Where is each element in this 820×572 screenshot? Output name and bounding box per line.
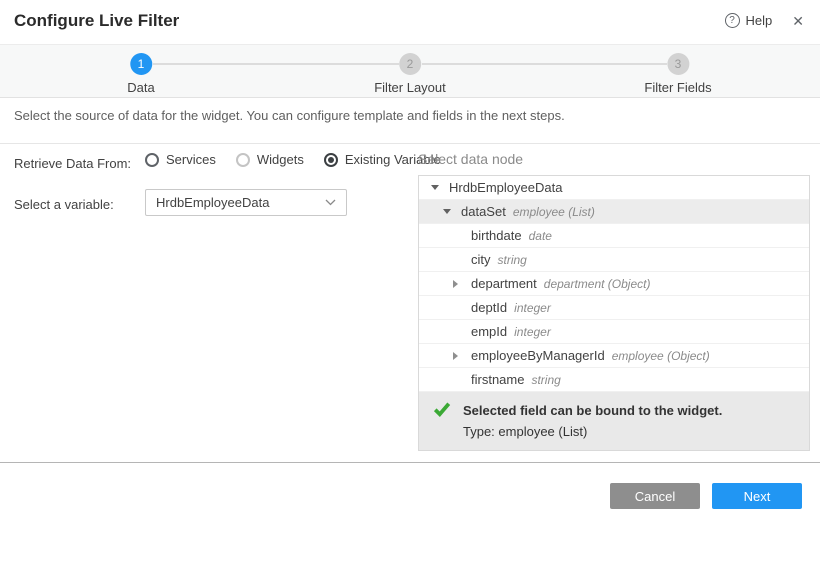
status-line2: Type: employee (List) (463, 421, 722, 442)
status-line1: Selected field can be bound to the widge… (463, 400, 722, 421)
radio-selected-icon (324, 153, 338, 167)
retrieve-data-from-label: Retrieve Data From: (14, 156, 131, 171)
cancel-button[interactable]: Cancel (610, 483, 700, 509)
chevron-down-icon (431, 185, 449, 190)
tree-node-type: employee (Object) (612, 349, 710, 363)
dialog-header: Configure Live Filter ? Help ✕ (0, 0, 820, 44)
select-variable-label: Select a variable: (14, 197, 114, 212)
step-label: Data (127, 80, 154, 95)
tree-node-type: string (498, 253, 527, 267)
tree-node-label: firstname (471, 372, 524, 387)
divider (0, 143, 820, 144)
tree-node-label: city (471, 252, 491, 267)
tree-row[interactable]: deptId integer (419, 296, 809, 320)
radio-unselected-icon (145, 153, 159, 167)
select-data-node-label: Select data node (418, 151, 523, 167)
tree-node-type: integer (514, 325, 551, 339)
variable-select-value: HrdbEmployeeData (156, 195, 269, 210)
tree-row[interactable]: HrdbEmployeeData (419, 176, 809, 200)
tree-node-type: date (529, 229, 552, 243)
radio-unselected-icon (236, 153, 250, 167)
chevron-right-icon (453, 280, 471, 288)
step-label: Filter Layout (374, 80, 446, 95)
chevron-right-icon (453, 352, 471, 360)
close-icon[interactable]: ✕ (792, 14, 804, 28)
radio-widgets[interactable]: Widgets (236, 152, 304, 167)
step-label: Filter Fields (644, 80, 711, 95)
tree-rows: HrdbEmployeeData dataSet employee (List)… (419, 176, 809, 392)
tree-node-label: HrdbEmployeeData (449, 180, 562, 195)
stepper-connector (153, 63, 399, 65)
tree-node-label: employeeByManagerId (471, 348, 605, 363)
tree-row[interactable]: firstname string (419, 368, 809, 392)
next-button[interactable]: Next (712, 483, 802, 509)
step-number: 1 (130, 53, 152, 75)
help-icon: ? (725, 13, 740, 28)
stepper-step[interactable]: 1 Data (127, 53, 154, 95)
stepper-connector (422, 63, 667, 65)
configure-live-filter-dialog: Configure Live Filter ? Help ✕ 1 Data 2 … (0, 0, 820, 572)
radio-label: Widgets (257, 152, 304, 167)
help-label: Help (746, 13, 773, 28)
chevron-down-icon (325, 199, 336, 206)
data-source-radio-group: Services Widgets Existing Variable (145, 152, 441, 167)
tree-row[interactable]: department department (Object) (419, 272, 809, 296)
step-number: 2 (399, 53, 421, 75)
tree-node-type: string (531, 373, 560, 387)
tree-row[interactable]: dataSet employee (List) (419, 200, 809, 224)
radio-services[interactable]: Services (145, 152, 216, 167)
tree-node-type: integer (514, 301, 551, 315)
radio-label: Services (166, 152, 216, 167)
status-text: Selected field can be bound to the widge… (463, 400, 722, 442)
chevron-down-icon (443, 209, 461, 214)
check-icon (433, 400, 451, 418)
tree-row[interactable]: city string (419, 248, 809, 272)
step-description: Select the source of data for the widget… (14, 108, 565, 123)
tree-node-label: dataSet (461, 204, 506, 219)
binding-status: Selected field can be bound to the widge… (419, 392, 809, 450)
stepper-step[interactable]: 3 Filter Fields (644, 53, 711, 95)
tree-node-type: employee (List) (513, 205, 595, 219)
tree-row[interactable]: employeeByManagerId employee (Object) (419, 344, 809, 368)
tree-row[interactable]: empId integer (419, 320, 809, 344)
step-number: 3 (667, 53, 689, 75)
page-title: Configure Live Filter (14, 11, 179, 31)
tree-node-label: birthdate (471, 228, 522, 243)
tree-node-label: department (471, 276, 537, 291)
tree-node-label: empId (471, 324, 507, 339)
tree-node-type: department (Object) (544, 277, 651, 291)
tree-node-label: deptId (471, 300, 507, 315)
header-actions: ? Help ✕ (725, 13, 804, 28)
divider (0, 462, 820, 463)
help-button[interactable]: ? Help (725, 13, 773, 28)
data-node-tree: HrdbEmployeeData dataSet employee (List)… (418, 175, 810, 451)
tree-row[interactable]: birthdate date (419, 224, 809, 248)
stepper-step[interactable]: 2 Filter Layout (374, 53, 446, 95)
variable-select[interactable]: HrdbEmployeeData (145, 189, 347, 216)
wizard-stepper: 1 Data 2 Filter Layout 3 Filter Fields (0, 44, 820, 98)
